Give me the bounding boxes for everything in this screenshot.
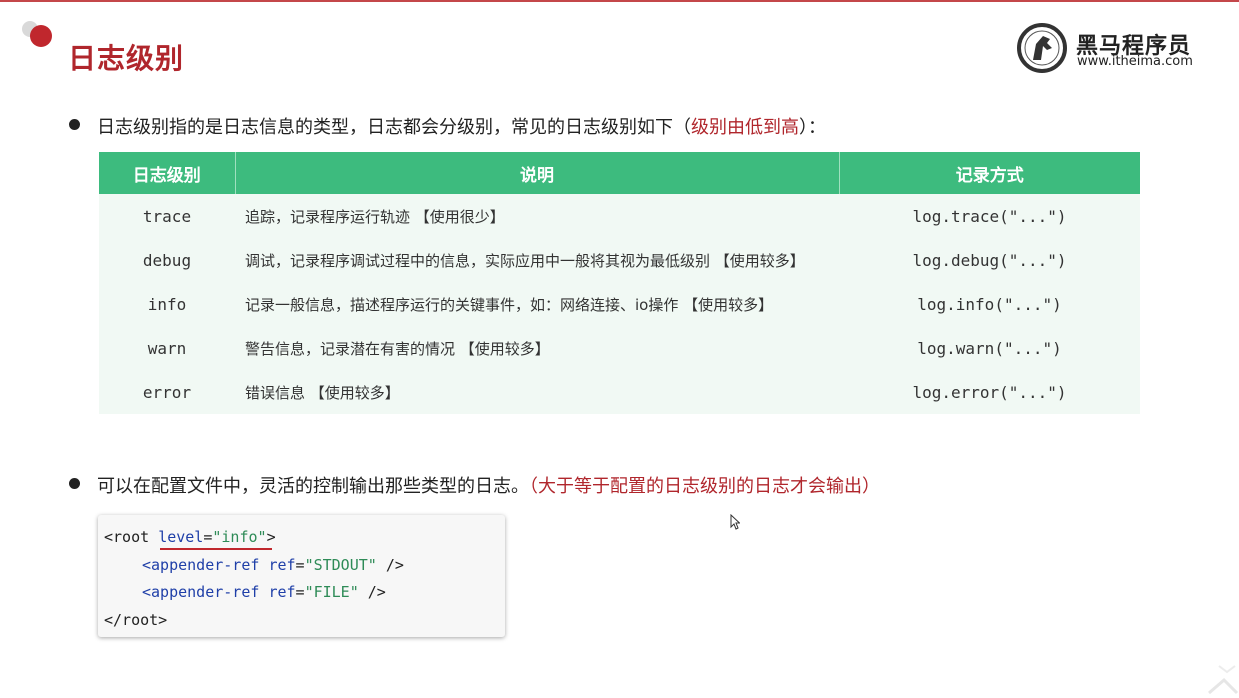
cell-level: warn xyxy=(99,326,235,370)
cell-call: log.info("...") xyxy=(839,282,1140,326)
code-line: </root> xyxy=(104,611,167,629)
bullet-dot xyxy=(69,119,80,130)
horse-logo-icon xyxy=(1017,23,1067,73)
cell-level: debug xyxy=(99,238,235,282)
table-row: trace 追踪，记录程序运行轨迹 【使用很少】 log.trace("..."… xyxy=(99,194,1140,238)
watermark-corner-icon xyxy=(1208,665,1239,695)
level-underline xyxy=(160,548,272,550)
cell-desc: 调试，记录程序调试过程中的信息，实际应用中一般将其视为最低级别 【使用较多】 xyxy=(235,238,839,282)
cell-desc: 警告信息，记录潜在有害的情况 【使用较多】 xyxy=(235,326,839,370)
code-token: /> xyxy=(358,583,386,601)
cell-call: log.warn("...") xyxy=(839,326,1140,370)
code-line: <appender-ref ref="STDOUT" /> xyxy=(142,556,404,574)
table-header-row: 日志级别 说明 记录方式 xyxy=(99,152,1140,194)
code-token: "FILE" xyxy=(304,583,359,601)
bullet1-suffix: ）： xyxy=(799,117,826,138)
cell-desc: 错误信息 【使用较多】 xyxy=(235,370,839,414)
cell-call: log.debug("...") xyxy=(839,238,1140,282)
bullet1-text: 日志级别指的是日志信息的类型，日志都会分级别，常见的日志级别如下（ xyxy=(97,117,691,138)
code-token: <root xyxy=(104,528,159,546)
code-token: ref xyxy=(268,556,296,574)
cell-level: trace xyxy=(99,194,235,238)
table-row: error 错误信息 【使用较多】 log.error("...") xyxy=(99,370,1140,414)
code-token: "STDOUT" xyxy=(304,556,377,574)
code-token: > xyxy=(266,528,276,546)
decorative-dot-red xyxy=(30,25,52,47)
cell-desc: 追踪，记录程序运行轨迹 【使用很少】 xyxy=(235,194,839,238)
column-header-desc: 说明 xyxy=(235,152,840,194)
cell-call: log.error("...") xyxy=(839,370,1140,414)
bullet2-highlight: （大于等于配置的日志级别的日志才会输出） xyxy=(529,476,880,497)
cell-level: info xyxy=(99,282,235,326)
code-line: <root level="info"> xyxy=(104,528,276,546)
code-token: "info" xyxy=(212,528,267,546)
brand-logo: 黑马程序员 www.itheima.com xyxy=(1016,22,1196,74)
top-accent-line xyxy=(0,0,1239,2)
table-row: warn 警告信息，记录潜在有害的情况 【使用较多】 log.warn("...… xyxy=(99,326,1140,370)
brand-url: www.itheima.com xyxy=(1077,54,1193,69)
cell-level: error xyxy=(99,370,235,414)
code-token: ref xyxy=(268,583,296,601)
mouse-cursor-icon xyxy=(730,514,740,530)
table-row: info 记录一般信息，描述程序运行的关键事件，如：网络连接、io操作 【使用较… xyxy=(99,282,1140,326)
code-token: <appender-ref xyxy=(142,556,260,574)
bullet1-highlight: 级别由低到高 xyxy=(691,117,799,138)
cell-desc: 记录一般信息，描述程序运行的关键事件，如：网络连接、io操作 【使用较多】 xyxy=(235,282,839,326)
code-token: </root> xyxy=(104,611,168,629)
column-header-call: 记录方式 xyxy=(839,152,1140,194)
code-line: <appender-ref ref="FILE" /> xyxy=(142,583,386,601)
column-header-level: 日志级别 xyxy=(99,152,236,194)
cell-call: log.trace("...") xyxy=(839,194,1140,238)
log-level-table: 日志级别 说明 记录方式 trace 追踪，记录程序运行轨迹 【使用很少】 lo… xyxy=(99,152,1140,414)
code-token: level xyxy=(158,528,204,546)
bullet-dot xyxy=(69,478,80,489)
code-block: <root level="info"> <appender-ref ref="S… xyxy=(98,515,505,637)
code-token: <appender-ref xyxy=(142,583,260,601)
code-token: /> xyxy=(376,556,404,574)
bullet-text-levels: 日志级别指的是日志信息的类型，日志都会分级别，常见的日志级别如下（级别由低到高）… xyxy=(97,113,826,139)
page-title: 日志级别 xyxy=(68,42,185,75)
bullet-text-config: 可以在配置文件中，灵活的控制输出那些类型的日志。（大于等于配置的日志级别的日志才… xyxy=(97,472,880,498)
bullet2-text: 可以在配置文件中，灵活的控制输出那些类型的日志。 xyxy=(97,476,529,497)
table-row: debug 调试，记录程序调试过程中的信息，实际应用中一般将其视为最低级别 【使… xyxy=(99,238,1140,282)
